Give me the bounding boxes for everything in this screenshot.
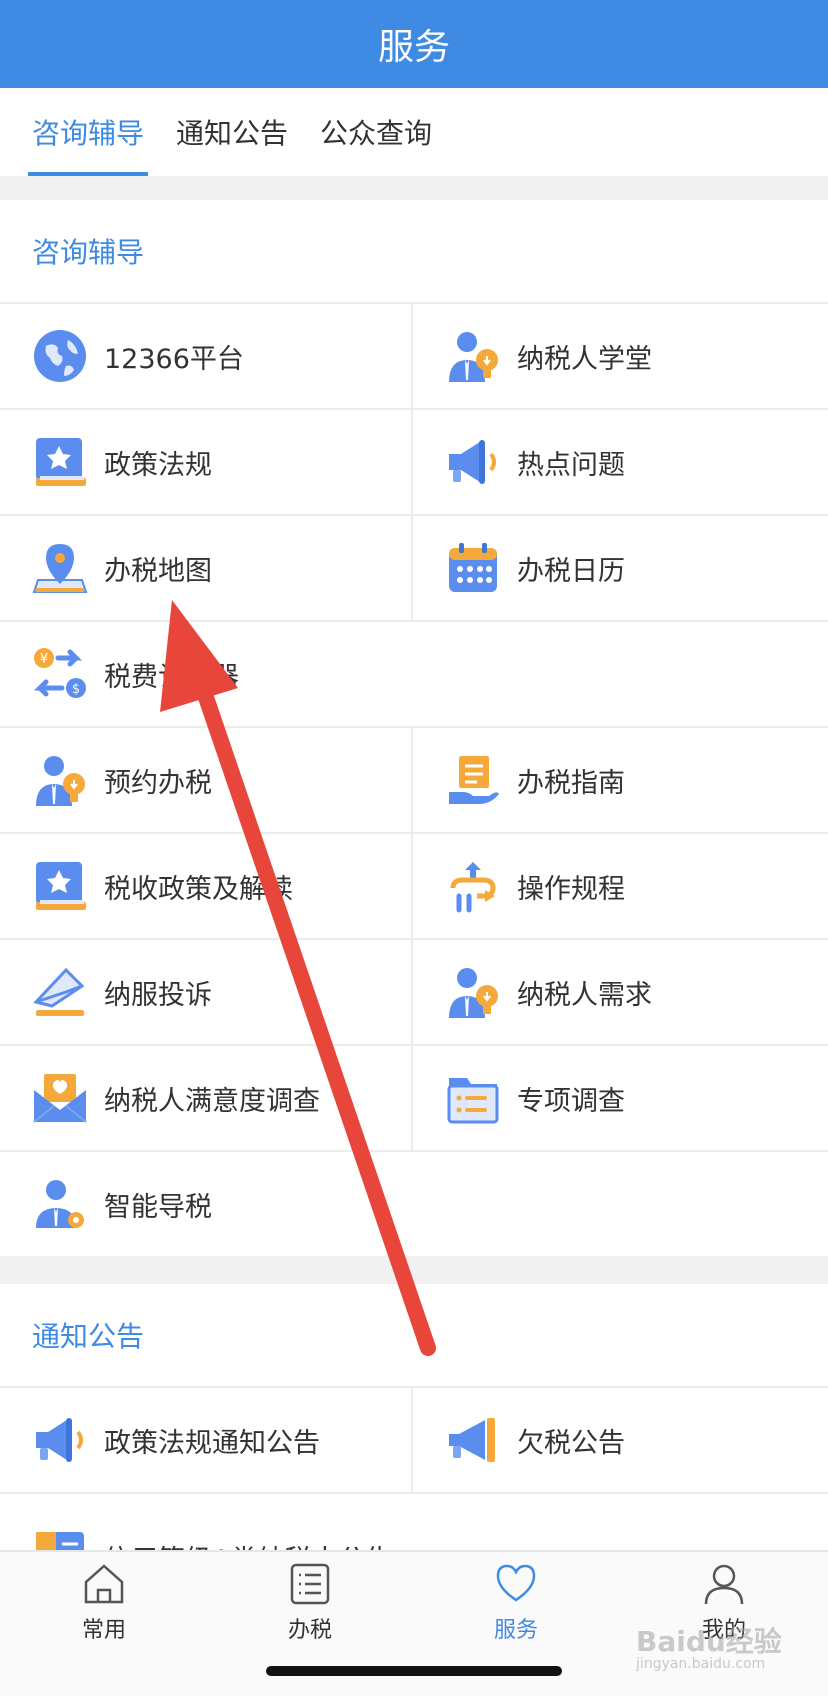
item-label: 纳税人需求 [517,979,652,1011]
item-label: 办税指南 [517,767,625,799]
section-title-consult: 咨询辅导 [0,200,828,304]
credit-doc-icon [36,1532,84,1550]
section-title-notice: 通知公告 [0,1284,828,1388]
megaphone-icon [449,1418,495,1462]
item-label: 信用等级A类纳税人公告 [104,1538,392,1550]
svg-text:$: $ [72,682,80,697]
user-icon [704,1564,744,1605]
heart-icon [496,1564,536,1602]
person-gear-icon [36,1180,84,1228]
map-pin-icon [32,544,88,593]
heart-mail-icon [33,1074,87,1123]
nav-tax[interactable]: 办税 [250,1562,370,1652]
hand-doc-icon [449,756,499,804]
item-label: 税收政策及解读 [104,873,293,905]
list-icon [290,1563,330,1605]
item-policy-regulations[interactable]: 政策法规 [0,410,413,514]
divider [0,176,828,200]
megaphone-icon [36,1418,83,1462]
item-12366-platform[interactable]: 12366平台 [0,304,413,408]
item-tax-map[interactable]: 办税地图 [0,516,413,620]
home-indicator[interactable] [266,1666,562,1676]
item-label: 纳税人满意度调查 [104,1085,320,1117]
item-special-survey[interactable]: 专项调查 [415,1046,828,1150]
item-label: 纳服投诉 [104,979,212,1011]
notice-grid: 政策法规通知公告 欠税公告 信用等级A类纳税人公告 [0,1388,828,1550]
exchange-icon: ¥ $ [33,648,86,698]
item-policy-notice[interactable]: 政策法规通知公告 [0,1388,413,1492]
person-bulb-icon [449,332,498,382]
tab-notice[interactable]: 通知公告 [176,88,288,176]
consult-grid: 12366平台 纳税人学堂 政策法规 热点问题 办税地图 办税日历 ¥ $ 税费… [0,304,828,1258]
nav-service[interactable]: 服务 [456,1562,576,1652]
nav-label: 服务 [493,1618,538,1643]
tab-public-query[interactable]: 公众查询 [320,88,432,176]
item-operation-procedures[interactable]: 操作规程 [415,834,828,938]
svg-text:¥: ¥ [40,652,48,667]
nav-label: 办税 [287,1618,332,1643]
page-title: 服务 [377,27,450,68]
item-arrears-notice[interactable]: 欠税公告 [415,1388,828,1492]
tab-consult[interactable]: 咨询辅导 [27,88,149,176]
person-bulb-icon [36,756,85,806]
person-bulb-icon [449,968,498,1018]
item-label: 政策法规 [104,449,212,481]
flow-icon [450,862,496,913]
tab-bar: 咨询辅导 通知公告 公众查询 [0,88,828,176]
item-smart-guide[interactable]: 智能导税 [0,1152,828,1256]
item-label: 专项调查 [517,1085,625,1117]
divider [0,1256,828,1284]
item-credit-a-notice[interactable]: 信用等级A类纳税人公告 [0,1494,828,1550]
item-tax-calendar[interactable]: 办税日历 [415,516,828,620]
item-hot-questions[interactable]: 热点问题 [415,410,828,514]
item-satisfaction-survey[interactable]: 纳税人满意度调查 [0,1046,413,1150]
home-icon [84,1564,124,1604]
item-label: 办税日历 [517,555,625,587]
nav-home[interactable]: 常用 [44,1562,164,1652]
item-label: 欠税公告 [517,1427,625,1459]
item-label: 12366平台 [104,343,244,375]
item-label: 智能导税 [104,1191,212,1223]
page-header: 服务 [0,0,828,88]
star-book-icon [36,438,86,486]
nav-label: 常用 [81,1618,126,1643]
calendar-icon [449,543,497,592]
item-taxpayer-needs[interactable]: 纳税人需求 [415,940,828,1044]
item-label: 办税地图 [104,555,212,587]
watermark-url: jingyan.baidu.com [636,1656,766,1672]
item-tax-policy-interpretation[interactable]: 税收政策及解读 [0,834,413,938]
item-label: 政策法规通知公告 [104,1427,320,1459]
watermark: Baidu经验 [636,1625,782,1658]
item-appointment[interactable]: 预约办税 [0,728,413,832]
item-label: 预约办税 [104,767,212,799]
item-label: 纳税人学堂 [517,343,652,375]
item-tax-calculator[interactable]: ¥ $ 税费计算器 [0,622,828,726]
item-label: 热点问题 [517,449,625,481]
item-label: 税费计算器 [104,661,239,693]
item-taxpayer-school[interactable]: 纳税人学堂 [415,304,828,408]
megaphone-icon [449,440,496,484]
globe-icon [34,330,86,382]
item-tax-guide[interactable]: 办税指南 [415,728,828,832]
star-book-icon [36,862,86,910]
item-service-complaint[interactable]: 纳服投诉 [0,940,413,1044]
folder-list-icon [447,1078,499,1124]
item-label: 操作规程 [517,873,625,905]
paper-plane-icon [33,967,85,1016]
